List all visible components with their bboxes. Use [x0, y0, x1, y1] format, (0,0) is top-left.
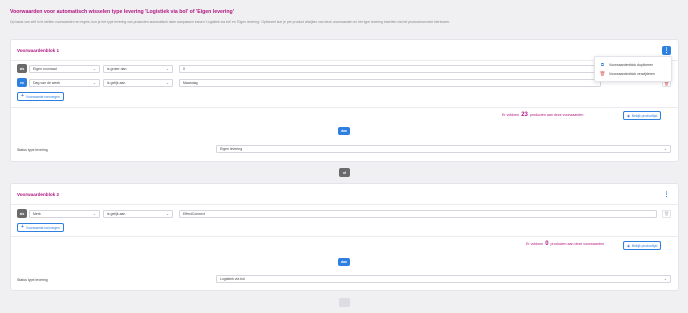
- chevron-down-icon: ⌄: [663, 147, 667, 151]
- delete-condition-button[interactable]: 🗑: [662, 209, 671, 218]
- copy-icon: ⧉: [600, 62, 605, 67]
- condition-row: en Dag van de week ⌄ is gelijk aan ⌄: [17, 78, 173, 87]
- condition-row: als Merk ⌄ is gelijk aan ⌄: [17, 209, 173, 218]
- condition-block-1: Voorwaardenblok 1 ⋮ als Eigen voorraad ⌄ …: [10, 39, 679, 162]
- page-title: Voorwaarden voor automatisch wisselen ty…: [10, 9, 234, 15]
- trash-icon: 🗑: [599, 70, 606, 76]
- view-products-button[interactable]: ◉ Bekijk productlijst: [623, 111, 662, 120]
- add-condition-button[interactable]: + Voorwaarde toevoegen: [17, 92, 64, 101]
- block-menu-button[interactable]: ⋮: [662, 190, 671, 199]
- delete-block-menu-item[interactable]: 🗑 Voorwaardenblok verwijderen: [600, 69, 666, 78]
- condition-row: als Eigen voorraad ⌄ is groter dan ⌄: [17, 64, 173, 73]
- status-label: Status type levering: [17, 278, 48, 282]
- view-products-button[interactable]: ◉ Bekijk productlijst: [623, 241, 662, 250]
- condition-tag: en: [17, 78, 27, 87]
- operator-select[interactable]: is groter dan ⌄: [103, 64, 173, 73]
- condition-tag: als: [17, 64, 27, 73]
- block-title: Voorwaardenblok 2: [17, 192, 60, 197]
- chevron-down-icon: ⌄: [165, 211, 169, 216]
- add-block-separator[interactable]: [339, 298, 350, 307]
- eye-icon: ◉: [627, 113, 630, 118]
- match-count: 0: [545, 241, 549, 247]
- plus-icon: +: [21, 93, 24, 99]
- chevron-down-icon: ⌄: [92, 211, 96, 216]
- status-label: Status type levering: [17, 148, 48, 152]
- chevron-down-icon: ⌄: [663, 277, 667, 281]
- block-actions-menu: ⧉ Voorwaardenblok dupliceren 🗑 Voorwaard…: [594, 56, 672, 82]
- match-summary: Er voldoen 0 producten aan deze voorwaar…: [526, 241, 605, 247]
- operator-select[interactable]: is gelijk aan ⌄: [103, 78, 173, 87]
- match-count: 23: [521, 112, 528, 118]
- block-menu-button[interactable]: ⋮: [662, 46, 671, 55]
- divider: [11, 204, 678, 205]
- then-badge: dan: [338, 127, 350, 135]
- field-select[interactable]: Dag van de week ⌄: [29, 78, 100, 87]
- value-input[interactable]: 0: [179, 64, 601, 73]
- eye-icon: ◉: [627, 243, 630, 248]
- divider: [11, 107, 678, 108]
- match-summary: Er voldoen 23 producten aan deze voorwaa…: [502, 112, 584, 118]
- block-title: Voorwaardenblok 1: [17, 48, 60, 53]
- condition-block-2: Voorwaardenblok 2 ⋮ als Merk ⌄ is gelijk …: [10, 183, 679, 291]
- value-input[interactable]: EffectConnect: [179, 209, 657, 218]
- plus-icon: +: [21, 224, 24, 230]
- page-description: Op basis van zelf in te stellen voorwaar…: [10, 20, 450, 24]
- page-header: Voorwaarden voor automatisch wisselen ty…: [10, 9, 680, 24]
- field-select[interactable]: Eigen voorraad ⌄: [29, 64, 100, 73]
- chevron-down-icon: ⌄: [165, 66, 169, 71]
- duplicate-block-menu-item[interactable]: ⧉ Voorwaardenblok dupliceren: [600, 60, 666, 69]
- trash-icon: 🗑: [663, 211, 670, 216]
- field-select[interactable]: Merk ⌄: [29, 209, 100, 218]
- status-select[interactable]: Eigen levering ⌄: [216, 145, 671, 153]
- or-separator: of: [339, 168, 350, 177]
- add-condition-button[interactable]: + Voorwaarde toevoegen: [17, 223, 64, 232]
- chevron-down-icon: ⌄: [165, 80, 169, 85]
- operator-select[interactable]: is gelijk aan ⌄: [103, 209, 173, 218]
- divider: [11, 60, 678, 61]
- chevron-down-icon: ⌄: [92, 80, 96, 85]
- condition-tag: als: [17, 209, 27, 218]
- value-select[interactable]: Maandag: [179, 78, 601, 87]
- divider: [11, 236, 678, 237]
- chevron-down-icon: ⌄: [92, 66, 96, 71]
- status-select[interactable]: Logistiek via bol ⌄: [216, 275, 671, 283]
- then-badge: dan: [338, 258, 350, 266]
